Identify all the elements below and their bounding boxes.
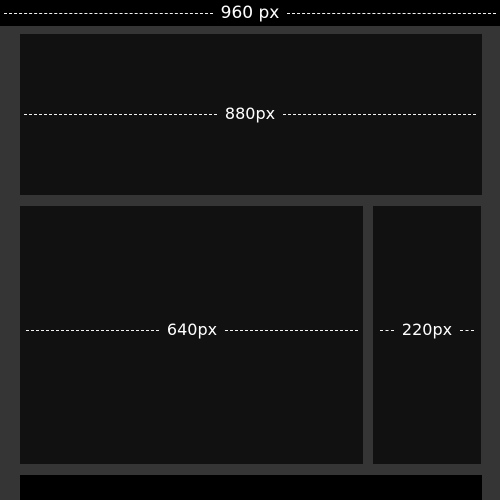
- side-width-label: 220px: [401, 320, 453, 339]
- main-right-dash: [225, 329, 359, 331]
- main-left-dash: [26, 329, 159, 331]
- header-left-dash: [24, 113, 217, 115]
- page-width-measure: 960 px: [4, 3, 497, 23]
- header-width-label: 880px: [224, 104, 276, 123]
- side-right-dash: [460, 329, 475, 331]
- main-width-label: 640px: [166, 320, 218, 339]
- side-left-dash: [380, 329, 394, 331]
- header-right-dash: [283, 113, 477, 115]
- left-dash: [4, 12, 213, 14]
- footer-strip: [20, 475, 482, 500]
- canvas: 960 px 880px 640px 220px: [0, 0, 500, 500]
- header-width-measure: 880px: [24, 104, 477, 124]
- main-width-measure: 640px: [26, 320, 359, 340]
- right-dash: [287, 12, 497, 14]
- page-width-label: 960 px: [220, 3, 280, 23]
- side-width-measure: 220px: [380, 320, 475, 340]
